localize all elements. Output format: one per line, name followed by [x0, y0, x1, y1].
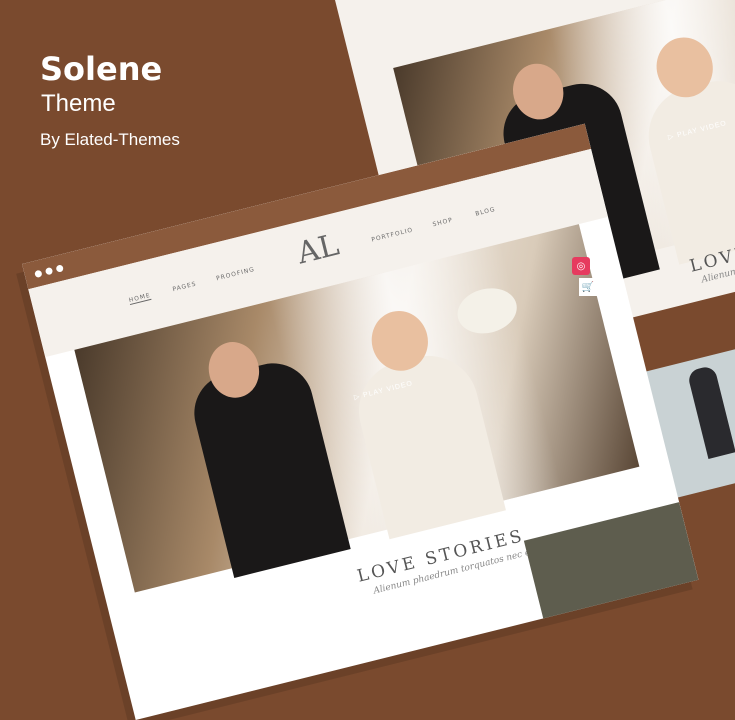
nav-home[interactable]: HOME — [128, 291, 152, 306]
nav-proofing[interactable]: PROOFING — [216, 266, 256, 282]
side-badge-icon[interactable]: ◎ — [572, 257, 590, 275]
site-logo[interactable]: AL — [294, 227, 343, 271]
brand-author: By Elated-Themes — [40, 130, 180, 149]
nav-pages[interactable]: PAGES — [172, 280, 197, 293]
nav-portfolio[interactable]: PORTFOLIO — [371, 226, 414, 243]
front-browser-window: HOME PAGES PROOFING AL PORTFOLIO SHOP BL… — [22, 123, 699, 720]
window-dot-icon — [34, 269, 43, 278]
brand-block: Solene Theme By Elated-Themes — [40, 50, 180, 150]
story-thumbnail — [523, 502, 699, 638]
brand-title: Solene — [40, 50, 163, 88]
cart-icon[interactable]: 🛒 — [579, 278, 597, 296]
window-dot-icon — [44, 266, 54, 275]
nav-shop[interactable]: SHOP — [432, 217, 454, 229]
nav-blog[interactable]: BLOG — [475, 206, 497, 218]
window-dot-icon — [55, 263, 64, 273]
brand-subtitle: Theme — [41, 90, 116, 117]
